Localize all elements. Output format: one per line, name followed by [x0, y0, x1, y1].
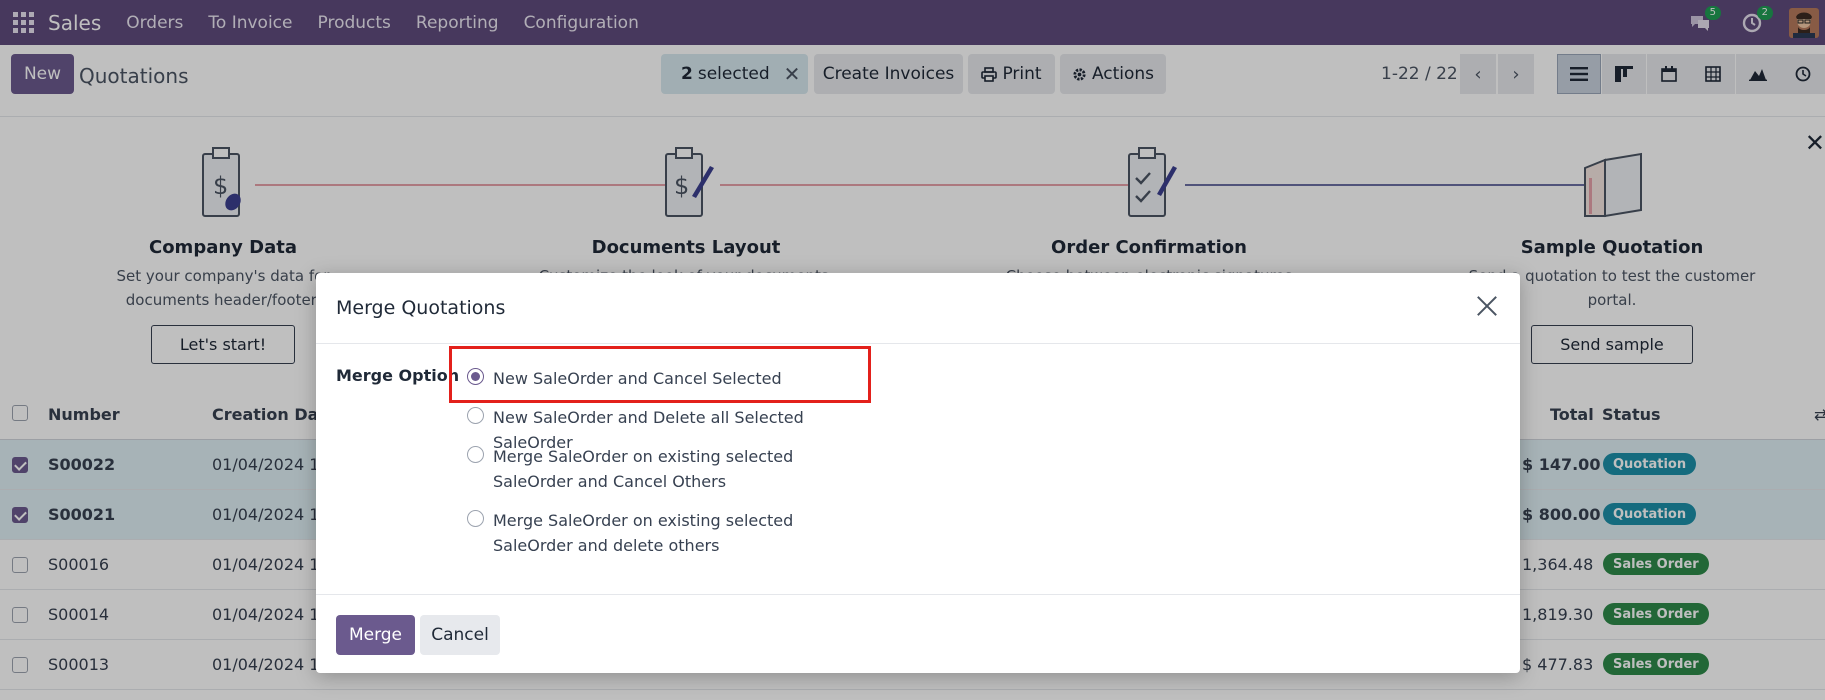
radio-option-existing-cancel[interactable]: Merge SaleOrder on existing selected Sal… — [467, 444, 873, 494]
radio-option-existing-delete[interactable]: Merge SaleOrder on existing selected Sal… — [467, 508, 873, 558]
radio-button[interactable] — [467, 446, 484, 463]
dialog-footer: Merge Cancel — [316, 594, 1520, 673]
merge-option-label: Merge Option — [336, 366, 460, 385]
radio-button[interactable] — [467, 510, 484, 527]
close-icon[interactable] — [1474, 293, 1500, 319]
radio-option-label[interactable]: Merge SaleOrder on existing selected Sal… — [493, 444, 873, 494]
highlight-annotation — [449, 346, 871, 403]
radio-option-label[interactable]: Merge SaleOrder on existing selected Sal… — [493, 508, 873, 558]
merge-button[interactable]: Merge — [336, 615, 415, 655]
merge-quotations-dialog: Merge Quotations Merge Option New SaleOr… — [316, 273, 1520, 673]
dialog-header: Merge Quotations — [316, 273, 1520, 344]
dialog-title: Merge Quotations — [336, 297, 506, 319]
radio-button[interactable] — [467, 407, 484, 424]
cancel-button[interactable]: Cancel — [420, 615, 500, 655]
